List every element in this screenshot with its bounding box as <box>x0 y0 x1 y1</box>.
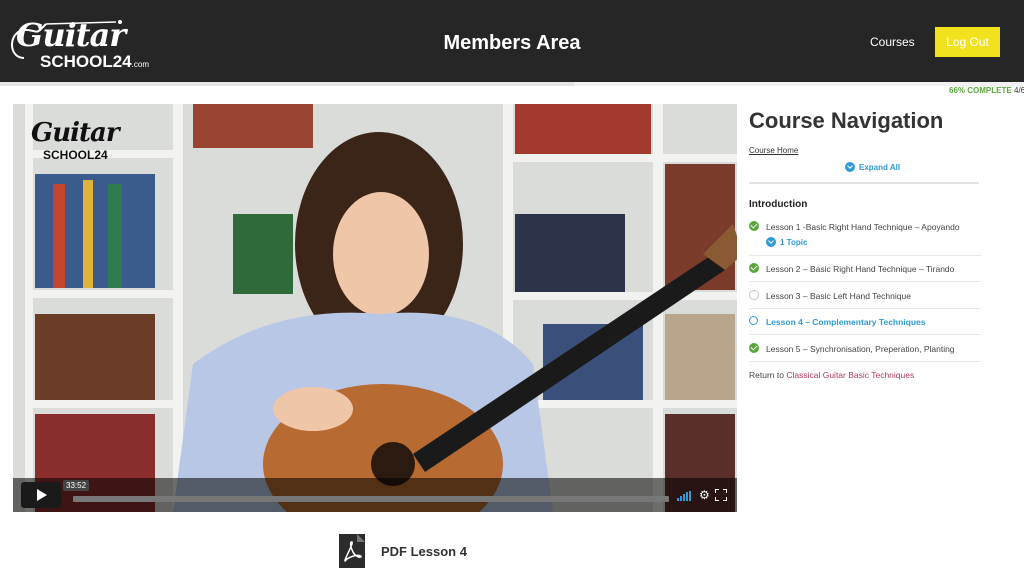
video-timestamp: 33:52 <box>63 480 90 491</box>
video-frame-image <box>13 104 737 512</box>
return-course-link[interactable]: Classical Guitar Basic Techniques <box>786 370 914 380</box>
video-logo-subtext: SCHOOL24 <box>43 148 108 162</box>
return-prefix: Return to <box>749 370 784 380</box>
video-watermark-logo: Guitar SCHOOL24 <box>27 118 127 162</box>
top-bar: Guitar SCHOOL24.com Members Area Courses… <box>0 0 1024 82</box>
video-player[interactable]: Guitar SCHOOL24 33:52 ⚙ <box>13 104 737 512</box>
progress-track <box>0 82 1024 86</box>
fullscreen-icon[interactable] <box>715 489 727 501</box>
pdf-label: PDF Lesson 4 <box>381 544 467 559</box>
sidebar-title: Course Navigation <box>749 108 944 133</box>
video-controls: 33:52 ⚙ <box>13 478 737 512</box>
progress-steps: 4/6 <box>1014 86 1024 95</box>
current-circle-icon <box>749 316 758 325</box>
incomplete-circle-icon <box>749 290 759 300</box>
row-divider <box>749 281 981 282</box>
nav-courses-link[interactable]: Courses <box>870 35 915 49</box>
return-link-row: Return to Classical Guitar Basic Techniq… <box>749 370 914 380</box>
lesson-label: Lesson 4 – Complementary Techniques <box>766 317 926 327</box>
logout-button[interactable]: Log Out <box>935 27 1000 57</box>
logo-domain: .com <box>131 60 149 69</box>
topic-toggle[interactable]: 1 Topic <box>766 237 807 247</box>
progress-fill <box>0 82 575 86</box>
row-divider <box>749 361 981 362</box>
play-button[interactable] <box>21 482 61 508</box>
lesson-label: Lesson 1 -Basic Right Hand Technique – A… <box>766 222 960 232</box>
expand-all-button[interactable]: Expand All <box>845 162 900 172</box>
sidebar-divider <box>749 182 979 184</box>
row-divider <box>749 308 981 309</box>
row-divider <box>749 334 981 335</box>
chevron-down-icon <box>766 237 776 247</box>
gear-icon[interactable]: ⚙ <box>699 489 711 501</box>
volume-icon[interactable] <box>677 491 693 501</box>
expand-all-label: Expand All <box>859 163 901 172</box>
lesson-label: Lesson 3 – Basic Left Hand Technique <box>766 291 911 301</box>
check-icon <box>749 263 759 273</box>
course-home-link[interactable]: Course Home <box>749 146 798 155</box>
row-divider <box>749 255 981 256</box>
course-progress: 66% COMPLETE 4/6 <box>0 82 1024 100</box>
logo-subtext: SCHOOL24.com <box>40 52 149 72</box>
section-title: Introduction <box>749 199 808 210</box>
check-icon <box>749 343 759 353</box>
progress-percent: 66% COMPLETE <box>949 86 1012 95</box>
video-scrubber[interactable] <box>73 496 669 502</box>
chevron-down-icon <box>845 162 855 172</box>
pdf-icon <box>339 534 365 568</box>
video-logo-wordmark: Guitar <box>31 118 120 148</box>
lesson-label: Lesson 2 – Basic Right Hand Technique – … <box>766 264 955 274</box>
topic-count: 1 Topic <box>780 238 808 247</box>
check-icon <box>749 221 759 231</box>
lesson-label: Lesson 5 – Synchronisation, Preperation,… <box>766 344 955 354</box>
